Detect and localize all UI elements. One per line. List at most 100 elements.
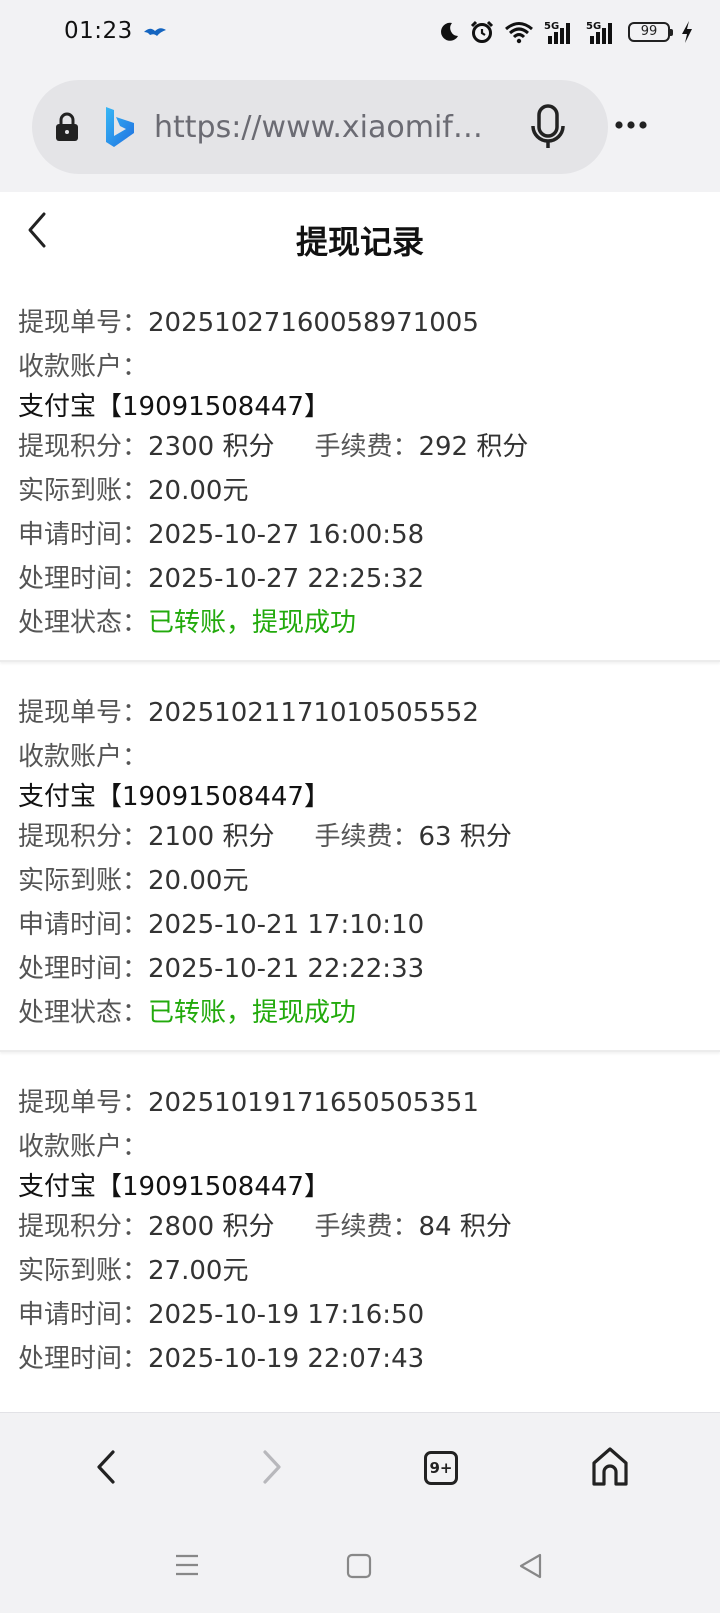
status-label: 处理状态： — [18, 608, 149, 638]
signal-5g-icon: 5G — [586, 21, 612, 44]
more-options-icon[interactable] — [614, 120, 648, 130]
moon-icon — [441, 22, 458, 41]
system-back-icon[interactable] — [518, 1553, 542, 1579]
order-no-row: 提现单号：20251019171650505351 — [18, 1086, 479, 1120]
fee-value: 292 积分 — [418, 432, 529, 462]
actual-label: 实际到账： — [18, 866, 149, 896]
browser-toolbar: https://www.xiaomifen... — [0, 64, 720, 192]
wifi-icon — [505, 22, 533, 44]
fee-value: 84 积分 — [418, 1212, 512, 1242]
svg-text:5G: 5G — [586, 21, 601, 32]
fee-label: 手续费： — [314, 432, 419, 462]
points-value: 2100 积分 — [148, 822, 275, 852]
address-bar[interactable]: https://www.xiaomifen... — [32, 80, 608, 174]
process-time-value: 2025-10-21 22:22:33 — [148, 954, 425, 984]
withdraw-record-list: 提现单号：20251027160058971005 收款账户： 支付宝【1909… — [0, 292, 720, 1412]
withdraw-record-card: 提现单号：20251019171650505351 收款账户： 支付宝【1909… — [0, 1072, 720, 1412]
web-page: 提现记录 提现单号：20251027160058971005 收款账户： 支付宝… — [0, 192, 720, 1412]
process-time-label: 处理时间： — [18, 564, 149, 594]
url-text[interactable]: https://www.xiaomifen... — [154, 110, 494, 145]
points-label: 提现积分： — [18, 1212, 149, 1242]
signal-5g-icon: 5G — [544, 21, 570, 44]
process-time-value: 2025-10-27 22:25:32 — [148, 564, 425, 594]
status-time: 01:23 — [64, 18, 133, 44]
order-no-row: 提现单号：20251027160058971005 — [18, 306, 479, 340]
system-home-icon[interactable] — [346, 1553, 372, 1579]
actual-label: 实际到账： — [18, 476, 149, 506]
browser-back-icon[interactable] — [94, 1449, 118, 1485]
points-label: 提现积分： — [18, 432, 149, 462]
fee-label: 手续费： — [314, 822, 419, 852]
app-notification-icon — [144, 28, 166, 36]
fee-label: 手续费： — [314, 1212, 419, 1242]
browser-bottom-bar: 9+ — [0, 1412, 720, 1613]
order-no-label: 提现单号： — [18, 1088, 149, 1118]
apply-time-value: 2025-10-27 16:00:58 — [148, 520, 425, 550]
account-value-row: 支付宝【19091508447】 — [18, 390, 330, 424]
apply-time-row: 申请时间：2025-10-19 17:16:50 — [18, 1298, 424, 1332]
account-label: 收款账户： — [18, 1132, 149, 1162]
alarm-icon — [470, 20, 494, 43]
lock-icon[interactable] — [54, 112, 80, 142]
apply-time-row: 申请时间：2025-10-27 16:00:58 — [18, 518, 424, 552]
points-row: 提现积分：2100 积分 手续费：63 积分 — [18, 820, 512, 854]
account-row: 收款账户： — [18, 740, 148, 774]
order-no-row: 提现单号：20251021171010505552 — [18, 696, 479, 730]
account-value-row: 支付宝【19091508447】 — [18, 780, 330, 814]
account-value: 支付宝【19091508447】 — [18, 782, 330, 812]
process-time-row: 处理时间：2025-10-21 22:22:33 — [18, 952, 424, 986]
order-no-value: 20251021171010505552 — [148, 698, 479, 728]
status-value: 已转账，提现成功 — [148, 608, 357, 638]
process-time-row: 处理时间：2025-10-19 22:07:43 — [18, 1342, 424, 1376]
page-title: 提现记录 — [295, 223, 424, 261]
process-time-value: 2025-10-19 22:07:43 — [148, 1344, 425, 1374]
actual-label: 实际到账： — [18, 1256, 149, 1286]
status-row: 处理状态：已转账，提现成功 — [18, 996, 356, 1030]
status-bar: 01:23 5G 5G 99 — [0, 0, 720, 64]
actual-value: 20.00元 — [148, 476, 249, 506]
browser-forward-icon[interactable] — [260, 1449, 284, 1485]
home-icon[interactable] — [590, 1445, 630, 1487]
apply-time-label: 申请时间： — [18, 1300, 149, 1330]
points-value: 2300 积分 — [148, 432, 275, 462]
process-time-label: 处理时间： — [18, 954, 149, 984]
process-time-label: 处理时间： — [18, 1344, 149, 1374]
account-row: 收款账户： — [18, 1130, 148, 1164]
status-label: 处理状态： — [18, 998, 149, 1028]
process-time-row: 处理时间：2025-10-27 22:25:32 — [18, 562, 424, 596]
svg-text:5G: 5G — [544, 21, 559, 32]
order-no-label: 提现单号： — [18, 308, 149, 338]
withdraw-record-card: 提现单号：20251021171010505552 收款账户： 支付宝【1909… — [0, 682, 720, 1052]
account-value-row: 支付宝【19091508447】 — [18, 1170, 330, 1204]
microphone-icon[interactable] — [528, 104, 568, 150]
account-value: 支付宝【19091508447】 — [18, 392, 330, 422]
system-menu-icon[interactable] — [174, 1553, 200, 1577]
points-row: 提现积分：2800 积分 手续费：84 积分 — [18, 1210, 512, 1244]
status-row: 处理状态：已转账，提现成功 — [18, 606, 356, 640]
actual-row: 实际到账：20.00元 — [18, 474, 248, 508]
status-value: 已转账，提现成功 — [148, 998, 357, 1028]
withdraw-record-card: 提现单号：20251027160058971005 收款账户： 支付宝【1909… — [0, 292, 720, 662]
page-header: 提现记录 — [0, 192, 720, 282]
points-label: 提现积分： — [18, 822, 149, 852]
order-no-label: 提现单号： — [18, 698, 149, 728]
apply-time-label: 申请时间： — [18, 520, 149, 550]
actual-row: 实际到账：27.00元 — [18, 1254, 248, 1288]
order-no-value: 20251019171650505351 — [148, 1088, 479, 1118]
tabs-count-button[interactable]: 9+ — [424, 1451, 458, 1485]
actual-value: 20.00元 — [148, 866, 249, 896]
actual-value: 27.00元 — [148, 1256, 249, 1286]
status-icons: 5G 5G 99 — [438, 18, 694, 46]
apply-time-value: 2025-10-19 17:16:50 — [148, 1300, 425, 1330]
apply-time-label: 申请时间： — [18, 910, 149, 940]
actual-row: 实际到账：20.00元 — [18, 864, 248, 898]
points-row: 提现积分：2300 积分 手续费：292 积分 — [18, 430, 528, 464]
bing-icon — [106, 107, 134, 147]
account-label: 收款账户： — [18, 742, 149, 772]
points-value: 2800 积分 — [148, 1212, 275, 1242]
apply-time-value: 2025-10-21 17:10:10 — [148, 910, 425, 940]
account-value: 支付宝【19091508447】 — [18, 1172, 330, 1202]
account-label: 收款账户： — [18, 352, 149, 382]
apply-time-row: 申请时间：2025-10-21 17:10:10 — [18, 908, 424, 942]
charging-icon — [682, 21, 692, 43]
